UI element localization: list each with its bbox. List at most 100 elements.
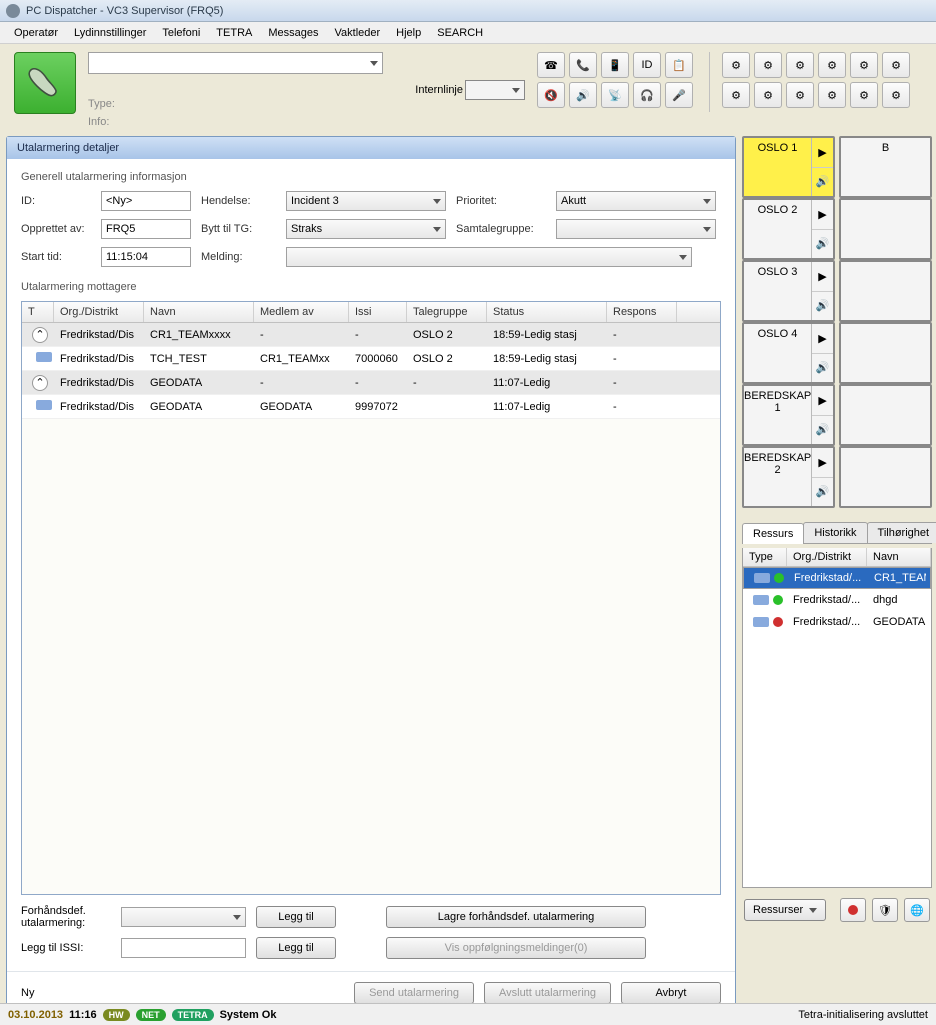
channel-OSLO 3[interactable]: OSLO 3 ▶🔊 (742, 260, 835, 322)
menu-messages[interactable]: Messages (268, 27, 318, 39)
speaker-icon[interactable]: 🔊 (812, 292, 833, 321)
play-icon[interactable]: ▶ (812, 324, 833, 354)
right-tool-icon-9[interactable]: ⚙ (818, 82, 846, 108)
col-issi[interactable]: Issi (349, 302, 407, 322)
tab-ressurs[interactable]: Ressurs (742, 523, 804, 544)
col-tg[interactable]: Talegruppe (407, 302, 487, 322)
res-col-org[interactable]: Org./Distrikt (787, 548, 867, 566)
tool-icon-6[interactable]: 🔊 (569, 82, 597, 108)
bytt-select[interactable]: Straks (286, 219, 446, 239)
collapse-icon[interactable]: ⌃ (32, 375, 48, 391)
resource-row[interactable]: Fredrikstad/...GEODATA (743, 611, 931, 633)
lagre-button[interactable]: Lagre forhåndsdef. utalarmering (386, 906, 646, 928)
menu-vaktleder[interactable]: Vaktleder (335, 27, 381, 39)
channel-OSLO 1[interactable]: OSLO 1 ▶🔊 (742, 136, 835, 198)
right-tool-icon-8[interactable]: ⚙ (786, 82, 814, 108)
tool-icon-9[interactable]: 🎤 (665, 82, 693, 108)
globe-icon[interactable]: 🌐 (904, 898, 930, 922)
channel-extra-1[interactable] (839, 198, 932, 260)
menu-tetra[interactable]: TETRA (216, 27, 252, 39)
right-tool-icon-7[interactable]: ⚙ (754, 82, 782, 108)
resource-row[interactable]: Fredrikstad/...dhgd (743, 589, 931, 611)
menu-search[interactable]: SEARCH (437, 27, 483, 39)
col-medlem[interactable]: Medlem av (254, 302, 349, 322)
channel-BEREDSKAP 1[interactable]: BEREDSKAP 1 ▶🔊 (742, 384, 835, 446)
status-red-icon[interactable] (840, 898, 866, 922)
res-col-navn[interactable]: Navn (867, 548, 931, 566)
speaker-icon[interactable]: 🔊 (812, 230, 833, 259)
right-tool-icon-1[interactable]: ⚙ (754, 52, 782, 78)
right-tool-icon-11[interactable]: ⚙ (882, 82, 910, 108)
tool-icon-1[interactable]: 📞 (569, 52, 597, 78)
col-t[interactable]: T (22, 302, 54, 322)
play-icon[interactable]: ▶ (812, 138, 833, 168)
speaker-icon[interactable]: 🔊 (812, 478, 833, 507)
tool-icon-2[interactable]: 📱 (601, 52, 629, 78)
menu-lydinnstillinger[interactable]: Lydinnstillinger (74, 27, 146, 39)
shield-icon[interactable]: 🛡 (872, 898, 898, 922)
hendelse-select[interactable]: Incident 3 (286, 191, 446, 211)
col-navn[interactable]: Navn (144, 302, 254, 322)
right-tool-icon-5[interactable]: ⚙ (882, 52, 910, 78)
send-button[interactable]: Send utalarmering (354, 982, 474, 1004)
play-icon[interactable]: ▶ (812, 448, 833, 478)
entity-selector[interactable] (88, 52, 383, 74)
play-icon[interactable]: ▶ (812, 200, 833, 230)
right-tool-icon-10[interactable]: ⚙ (850, 82, 878, 108)
start-field[interactable]: 11:15:04 (101, 247, 191, 267)
tab-historikk[interactable]: Historikk (803, 522, 867, 543)
menu-operatør[interactable]: Operatør (14, 27, 58, 39)
col-org[interactable]: Org./Distrikt (54, 302, 144, 322)
vis-button[interactable]: Vis oppfølgningsmeldinger(0) (386, 937, 646, 959)
channel-extra-3[interactable] (839, 322, 932, 384)
legg-til-button-2[interactable]: Legg til (256, 937, 336, 959)
table-row[interactable]: Fredrikstad/DisTCH_TESTCR1_TEAMxx 700006… (22, 347, 720, 371)
collapse-icon[interactable]: ⌃ (32, 327, 48, 343)
channel-extra-2[interactable] (839, 260, 932, 322)
right-tool-icon-0[interactable]: ⚙ (722, 52, 750, 78)
speaker-icon[interactable]: 🔊 (812, 354, 833, 383)
right-tool-icon-4[interactable]: ⚙ (850, 52, 878, 78)
forh-select[interactable] (121, 907, 246, 927)
channel-OSLO 4[interactable]: OSLO 4 ▶🔊 (742, 322, 835, 384)
play-icon[interactable]: ▶ (812, 262, 833, 292)
right-tool-icon-2[interactable]: ⚙ (786, 52, 814, 78)
tool-icon-0[interactable]: ☎ (537, 52, 565, 78)
play-icon[interactable]: ▶ (812, 386, 833, 416)
menu-hjelp[interactable]: Hjelp (396, 27, 421, 39)
id-field[interactable]: <Ny> (101, 191, 191, 211)
issi-field[interactable] (121, 938, 246, 958)
ressurser-combo[interactable]: Ressurser (744, 899, 826, 921)
channel-extra-5[interactable] (839, 446, 932, 508)
call-button[interactable] (14, 52, 76, 114)
samtale-select[interactable] (556, 219, 716, 239)
avslutt-button[interactable]: Avslutt utalarmering (484, 982, 611, 1004)
menu-telefoni[interactable]: Telefoni (162, 27, 200, 39)
channel-extra-0[interactable]: B (839, 136, 932, 198)
table-row[interactable]: Fredrikstad/DisGEODATAGEODATA 999707211:… (22, 395, 720, 419)
col-status[interactable]: Status (487, 302, 607, 322)
tool-icon-5[interactable]: 🔇 (537, 82, 565, 108)
res-col-type[interactable]: Type (743, 548, 787, 566)
tool-icon-7[interactable]: 📡 (601, 82, 629, 108)
channel-OSLO 2[interactable]: OSLO 2 ▶🔊 (742, 198, 835, 260)
tool-icon-3[interactable]: ID (633, 52, 661, 78)
resource-row[interactable]: Fredrikstad/...CR1_TEAM (743, 567, 931, 589)
tab-tilhørighet[interactable]: Tilhørighet (867, 522, 936, 543)
melding-select[interactable] (286, 247, 692, 267)
table-row[interactable]: ⌃ Fredrikstad/DisGEODATA- --11:07-Ledig- (22, 371, 720, 395)
right-tool-icon-3[interactable]: ⚙ (818, 52, 846, 78)
internlinje-selector[interactable] (465, 80, 525, 100)
speaker-icon[interactable]: 🔊 (812, 416, 833, 445)
speaker-icon[interactable]: 🔊 (812, 168, 833, 197)
channel-BEREDSKAP 2[interactable]: BEREDSKAP 2 ▶🔊 (742, 446, 835, 508)
channel-extra-4[interactable] (839, 384, 932, 446)
tool-icon-4[interactable]: 📋 (665, 52, 693, 78)
avbryt-button[interactable]: Avbryt (621, 982, 721, 1004)
prioritet-select[interactable]: Akutt (556, 191, 716, 211)
col-respons[interactable]: Respons (607, 302, 677, 322)
legg-til-button-1[interactable]: Legg til (256, 906, 336, 928)
right-tool-icon-6[interactable]: ⚙ (722, 82, 750, 108)
tool-icon-8[interactable]: 🎧 (633, 82, 661, 108)
table-row[interactable]: ⌃ Fredrikstad/DisCR1_TEAMxxxx- -OSLO 218… (22, 323, 720, 347)
